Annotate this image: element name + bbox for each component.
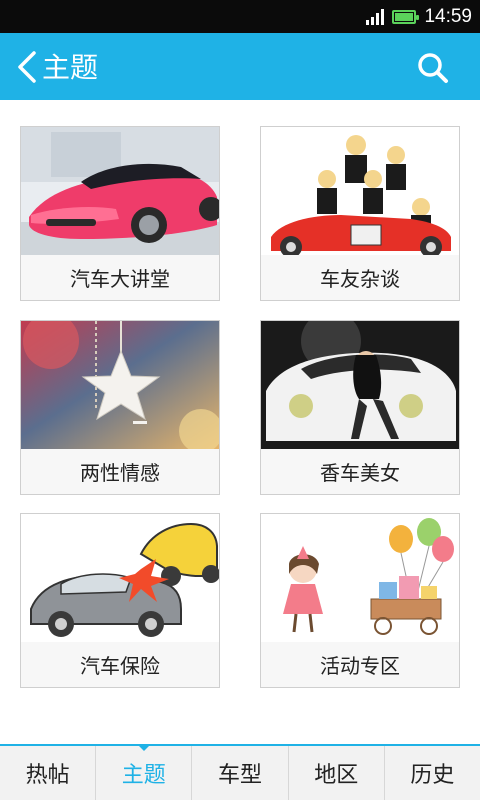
tab-car-models[interactable]: 车型 xyxy=(191,746,287,800)
topic-card-insurance[interactable]: 汽车保险 xyxy=(20,513,220,688)
tab-history[interactable]: 历史 xyxy=(383,746,480,800)
tab-regions[interactable]: 地区 xyxy=(287,746,384,800)
topic-card-relationships[interactable]: 两性情感 xyxy=(20,320,220,495)
topic-label: 车友杂谈 xyxy=(261,255,459,300)
signal-icon xyxy=(366,8,385,25)
topic-image-balloons-girl xyxy=(261,514,459,642)
topic-card-car-chat[interactable]: 车友杂谈 xyxy=(260,126,460,301)
topic-card-car-beauty[interactable]: 香车美女 xyxy=(260,320,460,495)
topic-image-crash-cartoon xyxy=(21,514,219,642)
search-icon[interactable] xyxy=(416,51,450,85)
topic-label: 汽车保险 xyxy=(21,642,219,687)
topic-label: 活动专区 xyxy=(261,642,459,687)
topic-card-car-lecture[interactable]: 汽车大讲堂 xyxy=(20,126,220,301)
back-arrow-icon[interactable] xyxy=(14,49,42,85)
topic-label: 香车美女 xyxy=(261,449,459,494)
page-title: 主题 xyxy=(42,51,99,84)
bottom-tab-bar: 热帖 主题 车型 地区 历史 xyxy=(0,744,480,800)
status-time: 14:59 xyxy=(424,5,472,27)
status-bar: 14:59 xyxy=(0,0,480,33)
app-header: 主题 xyxy=(0,33,480,100)
topic-image-paris-star xyxy=(21,321,219,449)
topic-label: 两性情感 xyxy=(21,449,219,494)
tab-topics[interactable]: 主题 xyxy=(95,744,191,800)
topic-image-cartoon-car xyxy=(261,127,459,255)
status-right: 14:59 xyxy=(366,0,472,33)
topic-image-car xyxy=(21,127,219,255)
tab-hot-posts[interactable]: 热帖 xyxy=(0,746,95,800)
battery-icon xyxy=(392,9,420,24)
topic-label: 汽车大讲堂 xyxy=(21,255,219,300)
topic-card-events[interactable]: 活动专区 xyxy=(260,513,460,688)
topic-image-sportscar-model xyxy=(261,321,459,449)
